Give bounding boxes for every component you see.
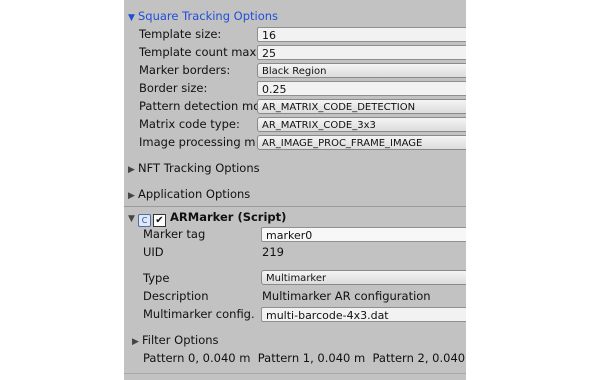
uid-value: 219 [262,245,284,259]
pattern-item: Pattern 1, 0.040 m [257,351,366,365]
triangle-right-icon: ▶ [132,337,139,347]
template-count-input[interactable]: 25 [257,45,466,60]
inspector-panel: ▼ Square Tracking Options Template size: … [124,0,466,380]
template-count-label: Template count max [139,45,257,59]
pattern-detection-dropdown[interactable]: AR_MATRIX_CODE_DETECTION [257,99,466,114]
filter-foldout[interactable]: ▶ Filter Options [132,332,219,349]
triangle-down-icon: ▼ [128,13,135,23]
border-size-input[interactable]: 0.25 [257,81,466,96]
marker-tag-label: Marker tag [143,227,206,241]
multimarker-config-input[interactable]: multi-barcode-4x3.dat [261,307,466,322]
matrix-code-dropdown[interactable]: AR_MATRIX_CODE_3x3 [257,117,466,132]
type-label: Type [143,271,170,285]
description-value: Multimarker AR configuration [262,289,431,303]
bottom-divider [124,373,466,374]
application-foldout[interactable]: ▶ Application Options [128,186,250,203]
armarker-foldout[interactable]: ▼ C ✔ ARMarker (Script) [128,209,287,227]
image-processing-dropdown[interactable]: AR_IMAGE_PROC_FRAME_IMAGE [257,135,466,150]
matrix-code-label: Matrix code type: [139,117,240,131]
pattern-list: Pattern 0, 0.040 m Pattern 1, 0.040 m Pa… [143,350,465,367]
description-label: Description [143,289,209,303]
filter-header: Filter Options [142,333,219,347]
triangle-down-icon: ▼ [128,214,135,224]
template-size-label: Template size: [139,27,222,41]
nft-tracking-header: NFT Tracking Options [138,161,260,175]
triangle-right-icon: ▶ [128,191,135,201]
marker-borders-dropdown[interactable]: Black Region [257,63,466,78]
pattern-item: Pattern 2, 0.040 [372,351,466,365]
square-tracking-foldout[interactable]: ▼ Square Tracking Options [128,8,278,25]
marker-borders-label: Marker borders: [139,63,231,77]
pattern-item: Pattern 0, 0.040 m [143,351,251,365]
component-divider [124,206,466,207]
border-size-label: Border size: [139,81,208,95]
marker-tag-input[interactable]: marker0 [261,227,466,242]
template-size-input[interactable]: 16 [257,27,466,42]
uid-label: UID [143,245,164,259]
pattern-detection-label: Pattern detection mo [139,99,257,113]
nft-tracking-foldout[interactable]: ▶ NFT Tracking Options [128,160,260,177]
square-tracking-header: Square Tracking Options [138,9,279,23]
multimarker-config-label: Multimarker config. [143,307,255,321]
armarker-header: ARMarker (Script) [170,210,287,224]
type-dropdown[interactable]: Multimarker [261,270,466,285]
application-header: Application Options [138,187,251,201]
triangle-right-icon: ▶ [128,165,135,175]
image-processing-label: Image processing m [139,135,256,149]
